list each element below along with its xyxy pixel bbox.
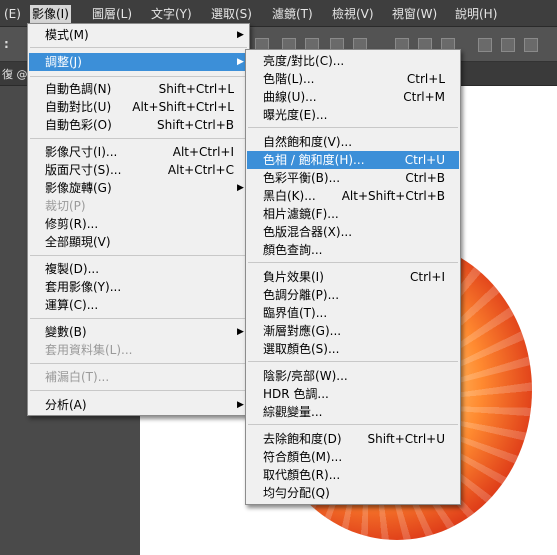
menu-item-adjustments[interactable]: 調整(J) ▶ bbox=[29, 53, 248, 71]
adjust-curves[interactable]: 曲線(U)... Ctrl+M bbox=[247, 88, 459, 106]
adjust-channel-mixer[interactable]: 色版混合器(X)... bbox=[247, 223, 459, 241]
menu-item-apply-data-set: 套用資料集(L)... bbox=[45, 343, 133, 357]
adjust-levels[interactable]: 色階(L)... Ctrl+L bbox=[247, 70, 459, 88]
document-tab[interactable]: 復 @ bbox=[0, 64, 28, 86]
menu-item-trim[interactable]: 修剪(R)... bbox=[29, 215, 248, 233]
submenu-arrow-icon: ▶ bbox=[237, 327, 244, 337]
menu-separator bbox=[248, 361, 458, 362]
menu-image[interactable]: 影像(I) bbox=[30, 5, 71, 23]
adjust-color-balance[interactable]: 色彩平衡(B)... Ctrl+B bbox=[247, 169, 459, 187]
menu-help[interactable]: 說明(H) bbox=[453, 5, 499, 23]
menu-item-auto-contrast[interactable]: 自動對比(U) Alt+Shift+Ctrl+L bbox=[29, 98, 248, 116]
menu-type[interactable]: 文字(Y) bbox=[149, 5, 194, 23]
adjust-shadows-highlights[interactable]: 陰影/亮部(W)... bbox=[247, 367, 459, 385]
menu-item-crop: 裁切(P) bbox=[45, 199, 86, 213]
menu-separator bbox=[248, 424, 458, 425]
submenu-arrow-icon: ▶ bbox=[237, 400, 244, 410]
adjust-brightness-contrast[interactable]: 亮度/對比(C)... bbox=[247, 52, 459, 70]
menu-select[interactable]: 選取(S) bbox=[209, 5, 254, 23]
adjust-invert[interactable]: 負片效果(I) Ctrl+I bbox=[247, 268, 459, 286]
menu-window[interactable]: 視窗(W) bbox=[390, 5, 439, 23]
adjust-replace-color[interactable]: 取代顏色(R)... bbox=[247, 466, 459, 484]
options-label: : bbox=[4, 37, 9, 51]
adjust-vibrance[interactable]: 自然飽和度(V)... bbox=[247, 133, 459, 151]
adjust-variations[interactable]: 綜觀變量... bbox=[247, 403, 459, 421]
menu-item-trap: 補漏白(T)... bbox=[45, 370, 110, 384]
menu-separator bbox=[30, 47, 247, 48]
menu-filter[interactable]: 濾鏡(T) bbox=[270, 5, 315, 23]
menu-item-image-rotation[interactable]: 影像旋轉(G) ▶ bbox=[29, 179, 248, 197]
distribute-hcenter-icon[interactable] bbox=[501, 38, 515, 52]
menu-item-mode[interactable]: 模式(M) ▶ bbox=[29, 26, 248, 44]
adjust-gradient-map[interactable]: 漸層對應(G)... bbox=[247, 322, 459, 340]
submenu-arrow-icon: ▶ bbox=[237, 57, 244, 67]
image-menu: 模式(M) ▶ 調整(J) ▶ 自動色調(N) Shift+Ctrl+L 自動對… bbox=[27, 23, 250, 416]
distribute-left-icon[interactable] bbox=[478, 38, 492, 52]
menu-separator bbox=[30, 76, 247, 77]
adjust-hdr-toning[interactable]: HDR 色調... bbox=[247, 385, 459, 403]
adjust-threshold[interactable]: 臨界值(T)... bbox=[247, 304, 459, 322]
submenu-arrow-icon: ▶ bbox=[237, 183, 244, 193]
menu-separator bbox=[30, 255, 247, 256]
menu-separator bbox=[30, 363, 247, 364]
menu-item-auto-color[interactable]: 自動色彩(O) Shift+Ctrl+B bbox=[29, 116, 248, 134]
menu-separator bbox=[30, 138, 247, 139]
adjust-match-color[interactable]: 符合顏色(M)... bbox=[247, 448, 459, 466]
menu-item-variables[interactable]: 變數(B) ▶ bbox=[29, 323, 248, 341]
menu-layer[interactable]: 圖層(L) bbox=[90, 5, 134, 23]
menu-item-reveal-all[interactable]: 全部顯現(V) bbox=[29, 233, 248, 251]
adjust-selective-color[interactable]: 選取顏色(S)... bbox=[247, 340, 459, 358]
menu-item-calculations[interactable]: 運算(C)... bbox=[29, 296, 248, 314]
adjust-color-lookup[interactable]: 顏色查詢... bbox=[247, 241, 459, 259]
menu-item-duplicate[interactable]: 複製(D)... bbox=[29, 260, 248, 278]
menu-edit[interactable]: (E) bbox=[2, 5, 23, 23]
adjust-exposure[interactable]: 曝光度(E)... bbox=[247, 106, 459, 124]
menu-item-auto-tone[interactable]: 自動色調(N) Shift+Ctrl+L bbox=[29, 80, 248, 98]
menu-separator bbox=[30, 390, 247, 391]
menu-item-image-size[interactable]: 影像尺寸(I)... Alt+Ctrl+I bbox=[29, 143, 248, 161]
menu-separator bbox=[248, 127, 458, 128]
submenu-arrow-icon: ▶ bbox=[237, 30, 244, 40]
distribute-right-icon[interactable] bbox=[524, 38, 538, 52]
menu-separator bbox=[248, 262, 458, 263]
menu-item-analysis[interactable]: 分析(A) ▶ bbox=[29, 396, 248, 414]
adjustments-submenu: 亮度/對比(C)... 色階(L)... Ctrl+L 曲線(U)... Ctr… bbox=[245, 49, 461, 505]
menu-item-canvas-size[interactable]: 版面尺寸(S)... Alt+Ctrl+C bbox=[29, 161, 248, 179]
adjust-black-white[interactable]: 黑白(K)... Alt+Shift+Ctrl+B bbox=[247, 187, 459, 205]
menu-separator bbox=[30, 318, 247, 319]
adjust-posterize[interactable]: 色調分離(P)... bbox=[247, 286, 459, 304]
adjust-equalize[interactable]: 均勻分配(Q) bbox=[247, 484, 459, 502]
adjust-photo-filter[interactable]: 相片濾鏡(F)... bbox=[247, 205, 459, 223]
adjust-desaturate[interactable]: 去除飽和度(D) Shift+Ctrl+U bbox=[247, 430, 459, 448]
menu-item-apply-image[interactable]: 套用影像(Y)... bbox=[29, 278, 248, 296]
menu-view[interactable]: 檢視(V) bbox=[330, 5, 376, 23]
adjust-hue-saturation[interactable]: 色相 / 飽和度(H)... Ctrl+U bbox=[247, 151, 459, 169]
